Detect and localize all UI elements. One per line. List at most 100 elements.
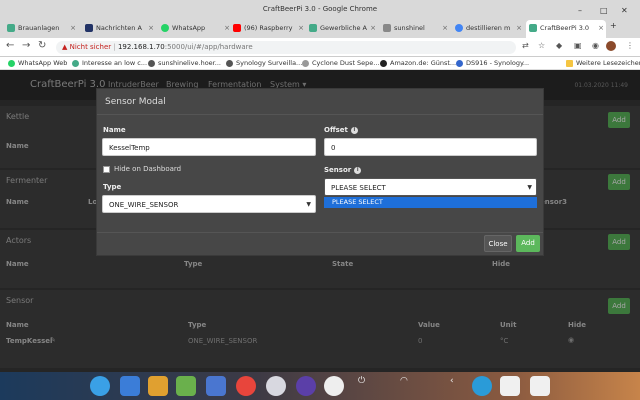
bookmark-interesse[interactable]: Interesse an low c...	[72, 58, 147, 69]
close-tab-icon[interactable]: ×	[516, 20, 522, 36]
close-tab-icon[interactable]: ×	[148, 20, 154, 36]
monitor-icon[interactable]	[296, 376, 316, 396]
offset-label: Offset i	[324, 126, 358, 134]
address-bar-row: ← → ↻ ▲ Nicht sicher | 192.168.1.70:5000…	[0, 38, 640, 57]
extension-2-icon[interactable]: ▣	[574, 41, 582, 50]
tab-favicon-icon	[233, 24, 241, 32]
whatsapp-icon	[8, 60, 15, 67]
tab-2[interactable]: WhatsApp ×	[158, 20, 232, 38]
favicon-icon	[148, 60, 155, 67]
files-icon[interactable]	[120, 376, 140, 396]
offset-field[interactable]: 0	[324, 138, 537, 156]
folder-icon	[566, 60, 573, 67]
bookmark-cyclone[interactable]: Cyclone Dust Sepe...	[302, 58, 380, 69]
url-path: :5000/ui/#/app/hardware	[164, 43, 253, 51]
add-button[interactable]: Add	[516, 235, 540, 252]
menu-kebab-icon[interactable]: ⋮	[626, 41, 634, 50]
bookmark-amazon[interactable]: Amazon.de: Günst...	[380, 58, 456, 69]
not-secure-warning-icon: ▲	[62, 43, 68, 51]
os-taskbar: ⏻ ◠ ‹	[0, 372, 640, 400]
modal-footer	[97, 232, 543, 233]
tab-1[interactable]: Nachrichten A ×	[82, 20, 156, 38]
window-title: CraftBeerPi 3.0 - Google Chrome	[262, 5, 378, 13]
name-field[interactable]: KesselTemp	[102, 138, 316, 156]
chrome-icon[interactable]	[236, 376, 256, 396]
sensor-select[interactable]: PLEASE SELECT ▼	[324, 178, 537, 196]
bookmark-whatsapp[interactable]: WhatsApp Web	[8, 58, 67, 69]
url-input[interactable]: ▲ Nicht sicher | 192.168.1.70:5000/ui/#/…	[56, 41, 516, 54]
chevron-down-icon: ▼	[527, 184, 532, 191]
tab-4[interactable]: Gewerbliche A ×	[306, 20, 378, 38]
tab-favicon-icon	[383, 24, 391, 32]
video-icon[interactable]	[206, 376, 226, 396]
recycle-bin-icon[interactable]	[530, 376, 550, 396]
modal-title: Sensor Modal	[105, 97, 166, 107]
window-title-bar: CraftBeerPi 3.0 - Google Chrome – □ ✕	[0, 0, 640, 18]
bookmark-ds916[interactable]: DS916 - Synology...	[456, 58, 529, 69]
new-tab-icon[interactable]: +	[610, 21, 617, 30]
translate-icon[interactable]: ⇄	[522, 41, 529, 50]
usb-icon[interactable]: ⏻	[358, 376, 368, 396]
tab-favicon-icon	[529, 24, 537, 32]
close-tab-icon[interactable]: ×	[70, 20, 76, 36]
bookmark-synology-surveillance[interactable]: Synology Surveilla...	[226, 58, 302, 69]
tab-favicon-icon	[161, 24, 169, 32]
offset-label-text: Offset	[324, 126, 348, 134]
reload-icon[interactable]: ↻	[38, 40, 46, 51]
favicon-icon	[456, 60, 463, 67]
type-select[interactable]: ONE_WIRE_SENSOR ▼	[102, 195, 316, 213]
store-icon[interactable]	[148, 376, 168, 396]
tab-favicon-icon	[85, 24, 93, 32]
clock-widget-icon[interactable]	[500, 376, 520, 396]
tab-strip: Brauanlagen × Nachrichten A × WhatsApp × (9…	[0, 18, 640, 38]
tab-3[interactable]: (96) Raspberry ×	[230, 20, 306, 38]
extension-3-icon[interactable]: ◉	[592, 41, 599, 50]
type-select-value: ONE_WIRE_SENSOR	[109, 201, 179, 209]
tab-6[interactable]: destillieren m ×	[452, 20, 524, 38]
power-icon[interactable]	[472, 376, 492, 396]
close-tab-icon[interactable]: ×	[442, 20, 448, 36]
tab-0[interactable]: Brauanlagen ×	[4, 20, 78, 38]
bookmark-star-icon[interactable]: ☆	[538, 41, 545, 50]
favicon-icon	[302, 60, 309, 67]
hide-on-dashboard-label: Hide on Dashboard	[114, 165, 182, 173]
tab-5[interactable]: sunshinel ×	[380, 20, 450, 38]
hide-on-dashboard-checkbox[interactable]	[103, 166, 110, 173]
tab-7-active[interactable]: CraftBeerPi 3.0 ×	[526, 20, 606, 38]
close-tab-icon[interactable]: ×	[370, 20, 376, 36]
info-icon[interactable]: i	[354, 166, 362, 174]
launcher-icon[interactable]	[90, 376, 110, 396]
url-host: 192.168.1.70	[117, 43, 165, 51]
tab-favicon-icon	[455, 24, 463, 32]
collapse-tray-icon[interactable]: ‹	[450, 376, 460, 396]
name-label: Name	[103, 126, 126, 134]
bookmark-more[interactable]: Weitere Lesezeichen	[566, 58, 640, 69]
sensor-label: Sensor i	[324, 166, 362, 174]
close-tab-icon[interactable]: ×	[298, 20, 304, 36]
extension-icon[interactable]: ◆	[556, 41, 562, 50]
not-secure-label: Nicht sicher	[69, 43, 112, 51]
close-tab-icon[interactable]: ×	[598, 20, 604, 36]
amazon-icon	[380, 60, 387, 67]
wifi-icon[interactable]: ◠	[400, 376, 412, 396]
back-icon[interactable]: ←	[6, 40, 14, 51]
type-label: Type	[103, 183, 122, 191]
chevron-down-icon: ▼	[306, 201, 311, 208]
tab-favicon-icon	[309, 24, 317, 32]
sensor-dropdown-option[interactable]: PLEASE SELECT	[324, 197, 537, 208]
forward-icon[interactable]: →	[22, 40, 30, 51]
close-button[interactable]: Close	[484, 235, 512, 252]
bookmarks-bar: WhatsApp Web Interesse an low c... sunsh…	[0, 57, 640, 70]
settings-gear-icon[interactable]	[266, 376, 286, 396]
modal-header: Sensor Modal	[97, 89, 543, 115]
music-icon[interactable]	[176, 376, 196, 396]
tab-favicon-icon	[7, 24, 15, 32]
chat-icon[interactable]	[324, 376, 344, 396]
avatar[interactable]	[606, 41, 616, 51]
favicon-icon	[226, 60, 233, 67]
sensor-label-text: Sensor	[324, 166, 352, 174]
bookmark-sunshinelive[interactable]: sunshinelive.hoer...	[148, 58, 221, 69]
favicon-icon	[72, 60, 79, 67]
sensor-select-value: PLEASE SELECT	[331, 184, 386, 192]
info-icon[interactable]: i	[350, 126, 358, 134]
